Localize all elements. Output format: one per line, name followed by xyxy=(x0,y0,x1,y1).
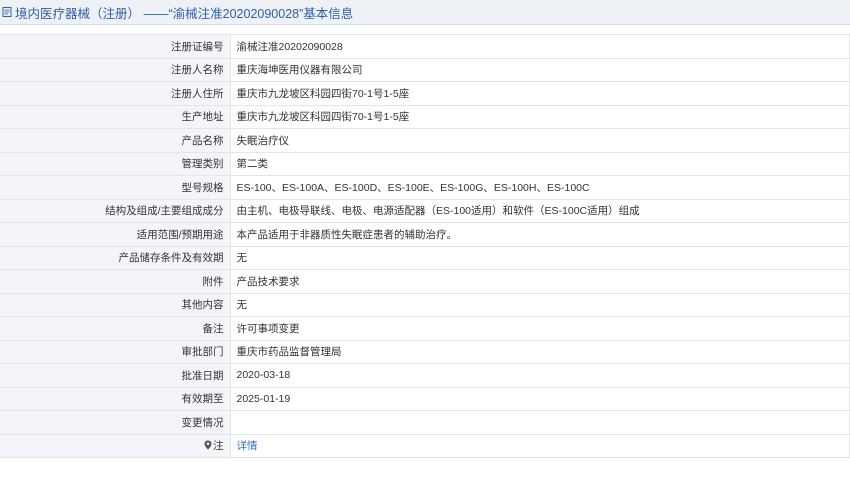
field-label: 结构及组成/主要组成成分 xyxy=(0,198,231,223)
field-value: 渝械注准20202090028 xyxy=(229,34,850,59)
field-label: 注册人住所 xyxy=(0,81,231,106)
field-value: 重庆市药品监督管理局 xyxy=(229,339,850,364)
page-title: 境内医疗器械（注册） ——“渝械注准20202090028”基本信息 xyxy=(15,6,354,21)
table-row: 变更情况 xyxy=(0,410,850,435)
page-header: 境内医疗器械（注册） ——“渝械注准20202090028”基本信息 xyxy=(0,0,850,25)
field-value: 重庆市九龙坡区科园四街70-1号1-5座 xyxy=(229,81,850,106)
field-value: 失眠治疗仪 xyxy=(229,128,850,153)
field-label: 批准日期 xyxy=(0,363,231,388)
field-label: 注册人名称 xyxy=(0,57,231,82)
field-value: 本产品适用于非器质性失眠症患者的辅助治疗。 xyxy=(229,222,850,247)
field-value: 许可事项变更 xyxy=(229,316,850,341)
table-row: 型号规格 ES-100、ES-100A、ES-100D、ES-100E、ES-1… xyxy=(0,175,850,200)
field-value: 第二类 xyxy=(229,151,850,176)
table-row: 其他内容 无 xyxy=(0,292,850,317)
note-value-cell: 详情 xyxy=(229,433,850,458)
table-row: 有效期至 2025-01-19 xyxy=(0,386,850,411)
table-row: 产品储存条件及有效期 无 xyxy=(0,245,850,270)
location-pin-icon xyxy=(204,440,212,450)
table-row: 结构及组成/主要组成成分 由主机、电极导联线、电极、电源适配器（ES-100适用… xyxy=(0,198,850,223)
field-label: 产品名称 xyxy=(0,128,231,153)
field-label: 备注 xyxy=(0,316,231,341)
field-label: 管理类别 xyxy=(0,151,231,176)
table-row: 生产地址 重庆市九龙坡区科园四街70-1号1-5座 xyxy=(0,104,850,129)
info-table: 注册证编号 渝械注准20202090028 注册人名称 重庆海坤医用仪器有限公司… xyxy=(0,34,850,458)
table-row: 附件 产品技术要求 xyxy=(0,269,850,294)
field-label: 变更情况 xyxy=(0,410,231,435)
table-row: 产品名称 失眠治疗仪 xyxy=(0,128,850,153)
field-value: 2020-03-18 xyxy=(229,363,850,388)
note-label: 注 xyxy=(213,440,224,453)
field-label: 注册证编号 xyxy=(0,34,231,59)
details-link[interactable]: 详情 xyxy=(237,440,258,452)
field-label: 审批部门 xyxy=(0,339,231,364)
field-label: 有效期至 xyxy=(0,386,231,411)
document-icon xyxy=(2,7,12,17)
field-label: 产品储存条件及有效期 xyxy=(0,245,231,270)
field-value: 重庆海坤医用仪器有限公司 xyxy=(229,57,850,82)
table-row: 备注 许可事项变更 xyxy=(0,316,850,341)
field-value: 无 xyxy=(229,245,850,270)
table-row: 注册人名称 重庆海坤医用仪器有限公司 xyxy=(0,57,850,82)
field-label: 生产地址 xyxy=(0,104,231,129)
field-value: 无 xyxy=(229,292,850,317)
field-value: ES-100、ES-100A、ES-100D、ES-100E、ES-100G、E… xyxy=(229,175,850,200)
field-value: 产品技术要求 xyxy=(229,269,850,294)
field-value: 由主机、电极导联线、电极、电源适配器（ES-100适用）和软件（ES-100C适… xyxy=(229,198,850,223)
field-label: 附件 xyxy=(0,269,231,294)
field-label: 适用范围/预期用途 xyxy=(0,222,231,247)
field-value: 2025-01-19 xyxy=(229,386,850,411)
field-label: 型号规格 xyxy=(0,175,231,200)
table-row: 审批部门 重庆市药品监督管理局 xyxy=(0,339,850,364)
table-row: 注册证编号 渝械注准20202090028 xyxy=(0,34,850,59)
table-row: 注册人住所 重庆市九龙坡区科园四街70-1号1-5座 xyxy=(0,81,850,106)
field-value xyxy=(229,410,850,435)
field-label: 其他内容 xyxy=(0,292,231,317)
table-row-note: 注 详情 xyxy=(0,433,850,458)
table-row: 适用范围/预期用途 本产品适用于非器质性失眠症患者的辅助治疗。 xyxy=(0,222,850,247)
note-label-cell: 注 xyxy=(0,433,231,458)
table-row: 批准日期 2020-03-18 xyxy=(0,363,850,388)
field-value: 重庆市九龙坡区科园四街70-1号1-5座 xyxy=(229,104,850,129)
table-row: 管理类别 第二类 xyxy=(0,151,850,176)
